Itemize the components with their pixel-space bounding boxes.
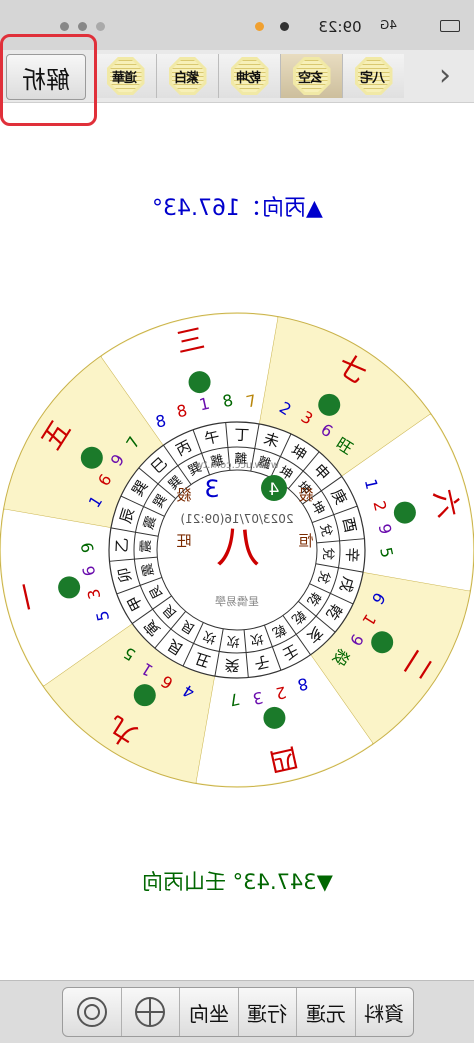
bagua-icon: 八宅 <box>354 57 393 95</box>
center-period-number: 八 <box>216 522 260 573</box>
center-word: 旺 <box>176 532 191 550</box>
palace-star-badge <box>393 501 416 524</box>
mountain-label: 辛 <box>343 547 362 563</box>
gua-label: 震 <box>139 539 155 553</box>
sitting-facing-button[interactable]: 坐向 <box>179 988 238 1036</box>
bottom-toolbar: 坐向 行運 元運 資料 <box>0 980 474 1043</box>
notification-icon <box>78 22 87 31</box>
status-time: 09:23 <box>318 18 362 36</box>
highlight-frame <box>0 34 97 126</box>
tab-zibai[interactable]: 紫白 <box>156 54 218 98</box>
next-tabs-button[interactable]: › <box>430 60 460 92</box>
bottom-button-group: 坐向 行運 元運 資料 <box>62 987 414 1037</box>
center-word: 恒 <box>298 532 313 550</box>
bagua-icon: 道華 <box>106 57 145 95</box>
notification-icon <box>96 22 105 31</box>
center-star-3: 3 <box>204 475 219 503</box>
sitting-direction-bottom: ▼347.43° 壬山丙向 <box>141 870 333 894</box>
chart-date: 2023/07/16(09:21) <box>180 512 293 526</box>
mountain-label: 丁 <box>234 426 250 445</box>
brand-watermark: 星僑易學 <box>215 594 259 608</box>
palace-star-badge <box>371 631 394 654</box>
app-icon <box>255 22 264 31</box>
bagua-icon <box>76 997 107 1027</box>
mountain-label: 癸 <box>224 656 240 675</box>
tab-bazhai[interactable]: 八宅 <box>342 54 404 98</box>
center-star-4: 4 <box>269 480 280 500</box>
tab-qiankun[interactable]: 乾坤 <box>218 54 280 98</box>
bagua-icon: 玄空 <box>292 57 331 95</box>
bagua-view-button[interactable] <box>63 988 121 1036</box>
tab-xuankong[interactable]: 玄空 <box>280 54 342 98</box>
notification-icon <box>60 22 69 31</box>
chart-tabs: 道華 紫白 乾坤 玄空 八宅 <box>94 54 404 98</box>
compass-view-button[interactable] <box>120 988 180 1036</box>
battery-icon <box>440 20 460 32</box>
signal-icon: 4G <box>380 18 397 32</box>
palace-star-badge <box>58 576 81 599</box>
mountain-label: 乙 <box>113 537 132 553</box>
palace-star-badge <box>318 393 341 416</box>
luck-cycle-button[interactable]: 行運 <box>237 988 297 1036</box>
center-word: 殺 <box>176 486 191 504</box>
tab-daohua[interactable]: 道華 <box>94 54 156 98</box>
site-url: www.ucc.com.tw <box>195 460 279 471</box>
palace-star-badge <box>80 446 103 469</box>
palace-star-badge <box>188 371 211 394</box>
crosshair-icon <box>135 997 166 1027</box>
flying-star-compass: 子坎癸坎丑坎艮艮寅艮甲艮卯 震乙 震辰 震巽巽巳巽丙巽午離丁離未離 坤坤 申坤 庚坤酉兌辛兌… <box>0 312 474 788</box>
gua-label: 兌 <box>320 547 336 561</box>
palace-star-badge <box>263 706 286 729</box>
chat-icon <box>280 22 289 31</box>
facing-direction-top: ▲丙向：167.43° <box>151 196 323 221</box>
period-button[interactable]: 元運 <box>296 988 355 1036</box>
bagua-icon: 紫白 <box>168 57 207 95</box>
center-word: 殺 <box>298 486 313 504</box>
info-button[interactable]: 資料 <box>354 988 414 1036</box>
palace-star-badge <box>133 684 156 707</box>
bagua-icon: 乾坤 <box>230 57 269 95</box>
gua-label: 坎 <box>226 633 240 649</box>
